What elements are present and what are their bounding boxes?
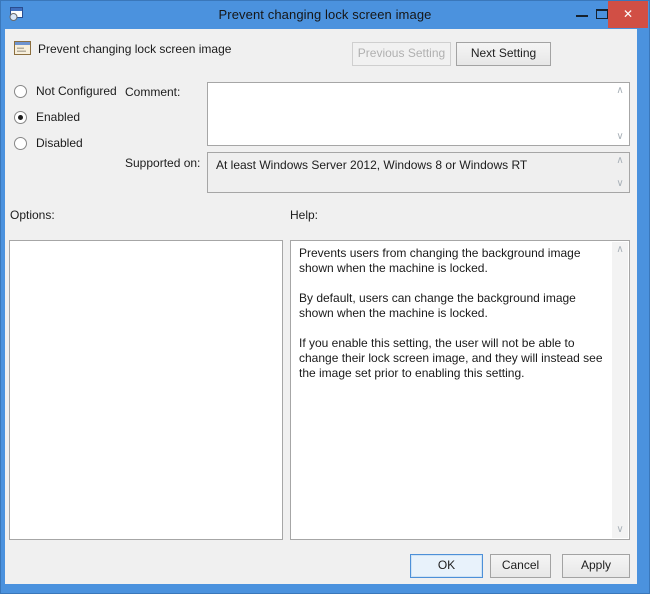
- help-paragraph: If you enable this setting, the user wil…: [299, 336, 606, 381]
- close-icon[interactable]: ✕: [608, 1, 648, 28]
- scroll-down-icon[interactable]: ∨: [613, 132, 627, 142]
- scroll-down-icon[interactable]: ∨: [613, 179, 627, 189]
- help-label: Help:: [290, 208, 318, 222]
- apply-button[interactable]: Apply: [562, 554, 630, 578]
- comment-input[interactable]: [208, 83, 629, 145]
- supported-on-box: At least Windows Server 2012, Windows 8 …: [207, 152, 630, 193]
- radio-enabled[interactable]: Enabled: [14, 110, 80, 124]
- policy-setting-window: Prevent changing lock screen image ✕ Pre…: [0, 0, 650, 594]
- supported-on-value: At least Windows Server 2012, Windows 8 …: [216, 158, 609, 172]
- scroll-up-icon[interactable]: ∧: [613, 245, 627, 255]
- window-title: Prevent changing lock screen image: [0, 7, 650, 22]
- scroll-up-icon[interactable]: ∧: [613, 86, 627, 96]
- options-label: Options:: [10, 208, 55, 222]
- cancel-button[interactable]: Cancel: [490, 554, 551, 578]
- help-paragraph: By default, users can change the backgro…: [299, 291, 606, 321]
- help-paragraph: Prevents users from changing the backgro…: [299, 246, 606, 276]
- policy-setting-icon: [14, 41, 31, 55]
- radio-not-configured[interactable]: Not Configured: [14, 84, 117, 98]
- comment-label: Comment:: [125, 85, 180, 99]
- radio-button-icon: [14, 111, 27, 124]
- help-panel: Prevents users from changing the backgro…: [290, 240, 630, 540]
- radio-button-icon: [14, 137, 27, 150]
- comment-box: ∧ ∨: [207, 82, 630, 146]
- previous-setting-button[interactable]: Previous Setting: [352, 42, 451, 66]
- ok-button[interactable]: OK: [410, 554, 483, 578]
- help-text: Prevents users from changing the backgro…: [291, 241, 612, 539]
- maximize-icon[interactable]: [596, 9, 608, 19]
- radio-label: Not Configured: [36, 84, 117, 98]
- setting-title: Prevent changing lock screen image: [38, 42, 231, 56]
- next-setting-button[interactable]: Next Setting: [456, 42, 551, 66]
- radio-label: Enabled: [36, 110, 80, 124]
- radio-disabled[interactable]: Disabled: [14, 136, 83, 150]
- radio-label: Disabled: [36, 136, 83, 150]
- scroll-down-icon[interactable]: ∨: [613, 525, 627, 535]
- scroll-up-icon[interactable]: ∧: [613, 156, 627, 166]
- options-panel: [9, 240, 283, 540]
- supported-on-label: Supported on:: [125, 156, 200, 170]
- dialog-body: Prevent changing lock screen image Previ…: [5, 29, 637, 584]
- titlebar[interactable]: Prevent changing lock screen image ✕: [0, 0, 650, 29]
- radio-button-icon: [14, 85, 27, 98]
- help-scrollbar[interactable]: ∧ ∨: [612, 242, 628, 538]
- minimize-icon[interactable]: [576, 15, 588, 17]
